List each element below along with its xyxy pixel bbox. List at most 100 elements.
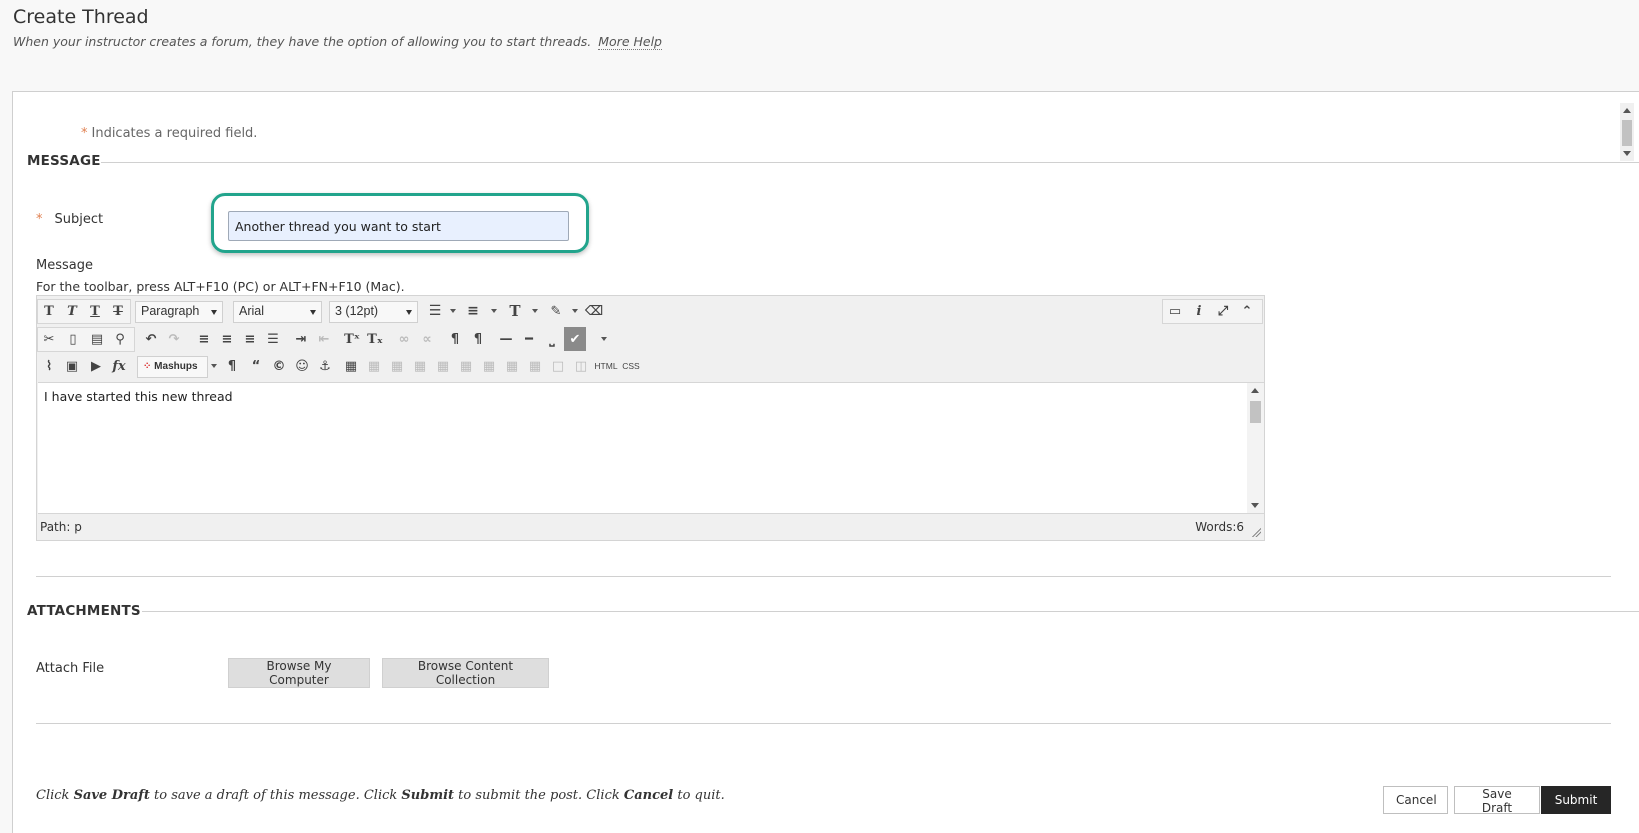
attach-file-label: Attach File <box>36 661 105 676</box>
spellcheck-icon[interactable]: ✔ <box>564 327 586 351</box>
insert-col-before-icon[interactable]: ▦ <box>478 354 500 378</box>
bold-icon[interactable]: T <box>38 299 60 323</box>
insert-col-after-icon[interactable]: ▦ <box>501 354 523 378</box>
info-icon[interactable]: i <box>1188 299 1210 323</box>
align-left-icon[interactable]: ≡ <box>193 327 215 351</box>
html-source-button[interactable]: HTML <box>593 354 619 378</box>
subject-input[interactable] <box>228 211 569 241</box>
scroll-up-arrow-icon[interactable] <box>1623 108 1631 113</box>
outdent-icon[interactable]: ⇤ <box>313 327 335 351</box>
paragraph-mark-icon[interactable]: ¶ <box>221 354 243 378</box>
thick-rule-icon[interactable]: ━ <box>518 327 540 351</box>
css-button[interactable]: CSS <box>620 354 642 378</box>
blockquote-icon[interactable]: “ <box>245 354 267 378</box>
numbered-list-icon[interactable]: ≡ <box>462 299 484 323</box>
highlight-caret-icon[interactable] <box>572 309 578 313</box>
paragraph-format-select[interactable]: Paragraph <box>135 301 223 323</box>
scroll-thumb[interactable] <box>1622 120 1632 146</box>
cut-icon[interactable]: ✂ <box>38 327 60 351</box>
bullet-list-caret-icon[interactable] <box>450 309 456 313</box>
scroll-down-arrow-icon[interactable] <box>1251 503 1259 508</box>
mashups-select[interactable]: ⁘ Mashups <box>137 356 208 378</box>
nonbreaking-space-icon[interactable]: ⎵ <box>541 327 563 351</box>
link-icon[interactable]: ∞ <box>393 327 415 351</box>
resize-grip-icon[interactable] <box>1251 527 1261 537</box>
copy-icon[interactable]: ▯ <box>62 327 84 351</box>
save-draft-button[interactable]: Save Draft <box>1454 786 1540 815</box>
undo-icon[interactable]: ↶ <box>140 327 162 351</box>
more-help-link[interactable]: More Help <box>598 34 662 50</box>
highlight-icon[interactable]: ✎ <box>545 299 567 323</box>
text-color-caret-icon[interactable] <box>532 309 538 313</box>
font-family-select[interactable]: Arial <box>233 301 322 323</box>
message-end-divider <box>36 576 1611 577</box>
special-char-icon[interactable]: © <box>268 354 290 378</box>
align-right-icon[interactable]: ≡ <box>239 327 261 351</box>
footer-note-part: to quit. <box>673 788 725 803</box>
bullet-list-icon[interactable]: ☰ <box>424 299 446 323</box>
message-label: Message <box>36 258 93 273</box>
subscript-icon[interactable]: Tₓ <box>364 327 386 351</box>
paste-icon[interactable]: ▤ <box>86 327 108 351</box>
horizontal-rule-icon[interactable]: — <box>495 327 517 351</box>
delete-col-icon[interactable]: ▦ <box>524 354 546 378</box>
scroll-up-arrow-icon[interactable] <box>1251 388 1259 393</box>
editor-scrollbar[interactable] <box>1247 382 1264 514</box>
text-color-icon[interactable]: T <box>504 299 526 323</box>
attachments-section-heading: ATTACHMENTS <box>27 603 141 619</box>
submit-button[interactable]: Submit <box>1541 786 1611 814</box>
redo-icon[interactable]: ↷ <box>163 327 185 351</box>
ltr-icon[interactable]: ¶ <box>444 327 466 351</box>
anchor-icon[interactable]: ⚓ <box>314 354 336 378</box>
footer-note-save-draft: Save Draft <box>73 788 150 803</box>
find-icon[interactable]: ⚲ <box>109 327 131 351</box>
table-row-props-icon[interactable]: ▦ <box>363 354 385 378</box>
italic-icon[interactable]: T <box>61 299 83 323</box>
math-formula-icon[interactable]: fx <box>108 354 130 378</box>
editor-path: Path: p <box>40 520 82 534</box>
table-cell-props-icon[interactable]: ▦ <box>386 354 408 378</box>
toolbar-row-1: T T T T Paragraph Arial 3 (12pt) ☰ ≡ T ✎… <box>37 299 1264 325</box>
media-icon[interactable]: ▶ <box>85 354 107 378</box>
justify-icon[interactable]: ☰ <box>262 327 284 351</box>
attach-icon[interactable]: ⌇ <box>38 354 60 378</box>
underline-icon[interactable]: T <box>84 299 106 323</box>
font-size-select[interactable]: 3 (12pt) <box>329 301 418 323</box>
strikethrough-icon[interactable]: T <box>107 299 129 323</box>
footer-note-part: Click <box>36 788 74 803</box>
insert-row-after-icon[interactable]: ▦ <box>432 354 454 378</box>
numbered-list-caret-icon[interactable] <box>491 309 497 313</box>
table-icon[interactable]: ▦ <box>340 354 362 378</box>
panel-scrollbar[interactable] <box>1620 103 1634 161</box>
mashups-caret-icon[interactable] <box>211 364 217 368</box>
message-body-editor[interactable]: I have started this new thread <box>38 382 1247 514</box>
preview-icon[interactable]: ▭ <box>1164 299 1186 323</box>
paragraph-format-value: Paragraph <box>141 304 200 318</box>
eraser-icon[interactable]: ⌫ <box>583 299 605 323</box>
word-count: Words:6 <box>1195 520 1244 534</box>
page-description-text: When your instructor creates a forum, th… <box>13 34 592 49</box>
cancel-button[interactable]: Cancel <box>1383 786 1448 814</box>
font-size-value: 3 (12pt) <box>335 304 379 318</box>
fullscreen-icon[interactable]: ⤢ <box>1212 299 1234 323</box>
delete-row-icon[interactable]: ▦ <box>455 354 477 378</box>
footer-note-submit: Submit <box>401 788 455 803</box>
image-icon[interactable]: ▣ <box>61 354 83 378</box>
insert-row-before-icon[interactable]: ▦ <box>409 354 431 378</box>
merge-cells-icon[interactable]: ◫ <box>570 354 592 378</box>
browse-content-collection-button[interactable]: Browse Content Collection <box>382 658 549 688</box>
spellcheck-caret-icon[interactable] <box>601 337 607 341</box>
superscript-icon[interactable]: Tˣ <box>341 327 363 351</box>
rtl-icon[interactable]: ¶ <box>467 327 489 351</box>
align-center-icon[interactable]: ≡ <box>216 327 238 351</box>
indent-icon[interactable]: ⇥ <box>290 327 312 351</box>
scroll-down-arrow-icon[interactable] <box>1623 151 1631 156</box>
browse-my-computer-button[interactable]: Browse My Computer <box>228 658 370 688</box>
scroll-thumb[interactable] <box>1250 401 1261 423</box>
attachments-section-divider <box>142 611 1639 612</box>
emoticon-icon[interactable]: ☺ <box>291 354 313 378</box>
unlink-icon[interactable]: ∝ <box>416 327 438 351</box>
collapse-toolbar-icon[interactable]: ⌃ <box>1236 299 1258 323</box>
split-cells-icon[interactable]: □ <box>547 354 569 378</box>
rich-text-editor: T T T T Paragraph Arial 3 (12pt) ☰ ≡ T ✎… <box>36 295 1265 541</box>
